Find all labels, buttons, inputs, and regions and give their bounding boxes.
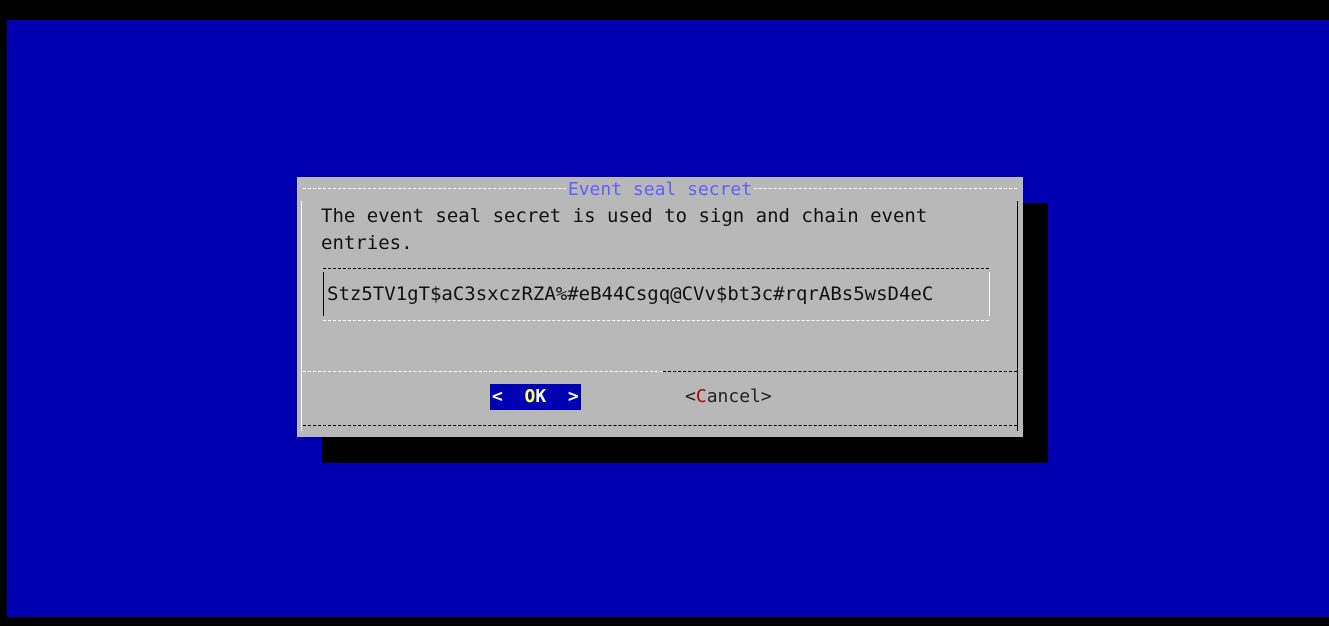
input-border-left	[323, 272, 324, 316]
dialog-title: Event seal secret	[565, 179, 755, 200]
input-border-bottom	[323, 320, 989, 321]
button-separator-left	[303, 371, 663, 372]
cancel-button[interactable]: <Cancel>	[685, 384, 772, 410]
secret-input-field[interactable]: Stz5TV1gT$aC3sxczRZA%#eB44Csgq@CVv$bt3c#…	[327, 281, 987, 307]
cancel-button-rest: ancel	[706, 386, 761, 407]
ok-button-left: <	[492, 386, 525, 407]
input-border-right	[989, 272, 990, 316]
ok-button-right: >	[546, 386, 579, 407]
dialog-title-bar: Event seal secret	[297, 179, 1023, 201]
cancel-button-left: <	[685, 386, 696, 407]
ok-button-hotkey: O	[524, 386, 536, 407]
ok-button-rest: K	[535, 386, 547, 407]
input-border-top	[323, 268, 989, 269]
cancel-button-hotkey: C	[695, 386, 707, 407]
button-row: < OK > <Cancel>	[297, 384, 1023, 410]
password-input-box: Stz5TV1gT$aC3sxczRZA%#eB44Csgq@CVv$bt3c#…	[323, 268, 995, 322]
button-separator-right	[663, 371, 1017, 372]
dialog-description: The event seal secret is used to sign an…	[321, 205, 939, 254]
ok-button[interactable]: < OK >	[490, 384, 581, 410]
dialog-box: Event seal secret The event seal secret …	[297, 177, 1023, 437]
dialog-border-bottom	[303, 425, 1017, 426]
cancel-button-right: >	[760, 386, 772, 407]
terminal-window: Event seal secret The event seal secret …	[0, 0, 1329, 626]
